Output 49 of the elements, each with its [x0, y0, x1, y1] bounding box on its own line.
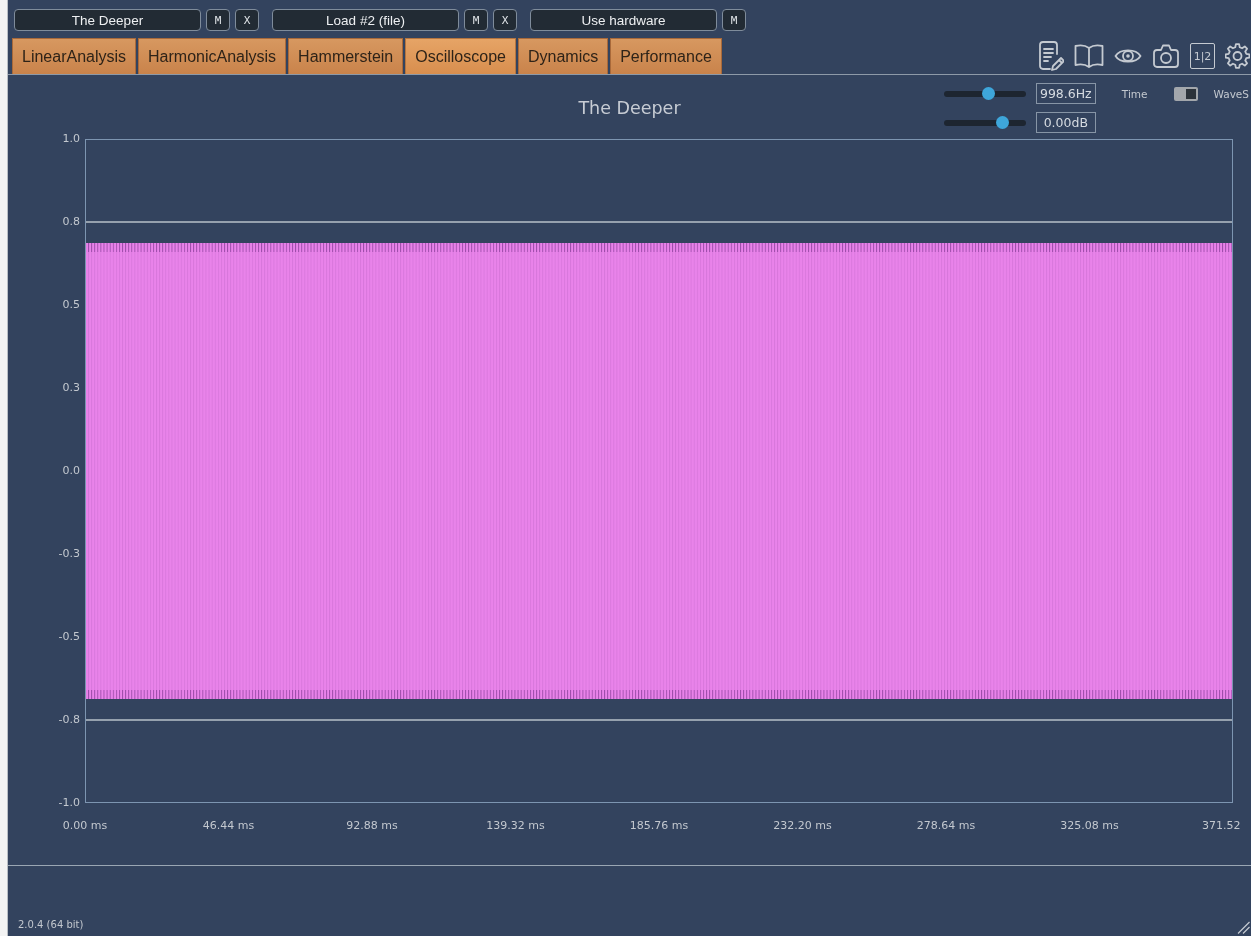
channel-option-button[interactable]: X — [493, 9, 517, 31]
y-axis-label: -0.8 — [58, 712, 80, 728]
tab[interactable]: LinearAnalysis — [12, 38, 137, 74]
x-axis-label: 46.44 ms — [202, 819, 255, 833]
x-axis-label: 371.52 — [1202, 819, 1241, 833]
channel-button[interactable]: Use hardware — [530, 9, 717, 31]
book-icon[interactable] — [1074, 43, 1104, 69]
x-axis-label: 325.08 ms — [1060, 819, 1119, 833]
frequency-slider[interactable] — [943, 90, 1026, 97]
frequency-readout: 998.6Hz — [1035, 83, 1096, 104]
x-axis-label: 278.64 ms — [916, 819, 976, 833]
version-label: 2.0.4 (64 bit) — [18, 918, 84, 932]
settings-icon[interactable] — [1225, 42, 1250, 70]
channel-option-button[interactable]: M — [722, 9, 746, 31]
tab[interactable]: Oscilloscope — [405, 38, 516, 74]
mode-toggle[interactable] — [1173, 86, 1198, 101]
x-axis-label: 185.76 ms — [629, 819, 689, 833]
tab[interactable]: HarmonicAnalysis — [138, 38, 287, 74]
resize-grip-icon[interactable] — [1237, 921, 1250, 934]
split-view-button[interactable]: 1|2 — [1190, 43, 1215, 69]
y-axis-label: -0.5 — [58, 629, 80, 645]
channel-button[interactable]: Load #2 (file) — [272, 9, 459, 31]
x-axis-label: 139.32 ms — [486, 819, 545, 833]
time-label: Time — [1121, 87, 1148, 100]
y-axis-label: -0.3 — [58, 546, 80, 562]
y-axis-label: 0.8 — [62, 214, 80, 230]
channel-option-button[interactable]: M — [464, 9, 488, 31]
gain-readout: 0.00dB — [1035, 112, 1096, 133]
channel-button[interactable]: The Deeper — [14, 9, 201, 31]
y-axis-label: 0.5 — [62, 297, 80, 313]
slider-thumb[interactable] — [982, 87, 996, 100]
notes-edit-icon[interactable] — [1038, 41, 1064, 71]
wave-label: WaveS — [1213, 87, 1249, 100]
camera-icon[interactable] — [1152, 43, 1180, 69]
gain-slider[interactable] — [943, 119, 1026, 126]
y-axis-label: 1.0 — [62, 131, 80, 147]
channel-option-button[interactable]: X — [235, 9, 259, 31]
x-axis-label: 92.88 ms — [346, 819, 398, 833]
chart-title: The Deeper — [578, 97, 681, 118]
y-axis-label: 0.3 — [62, 380, 80, 396]
x-axis-label: 0.00 ms — [62, 819, 108, 833]
tab[interactable]: Performance — [610, 38, 722, 74]
tab[interactable]: Dynamics — [517, 38, 609, 74]
tab[interactable]: Hammerstein — [288, 38, 404, 74]
x-axis-label: 232.20 ms — [773, 819, 832, 833]
y-axis-label: 0.0 — [62, 463, 80, 479]
y-axis-label: -1.0 — [58, 795, 80, 811]
slider-thumb[interactable] — [995, 116, 1009, 129]
channel-option-button[interactable]: M — [206, 9, 230, 31]
